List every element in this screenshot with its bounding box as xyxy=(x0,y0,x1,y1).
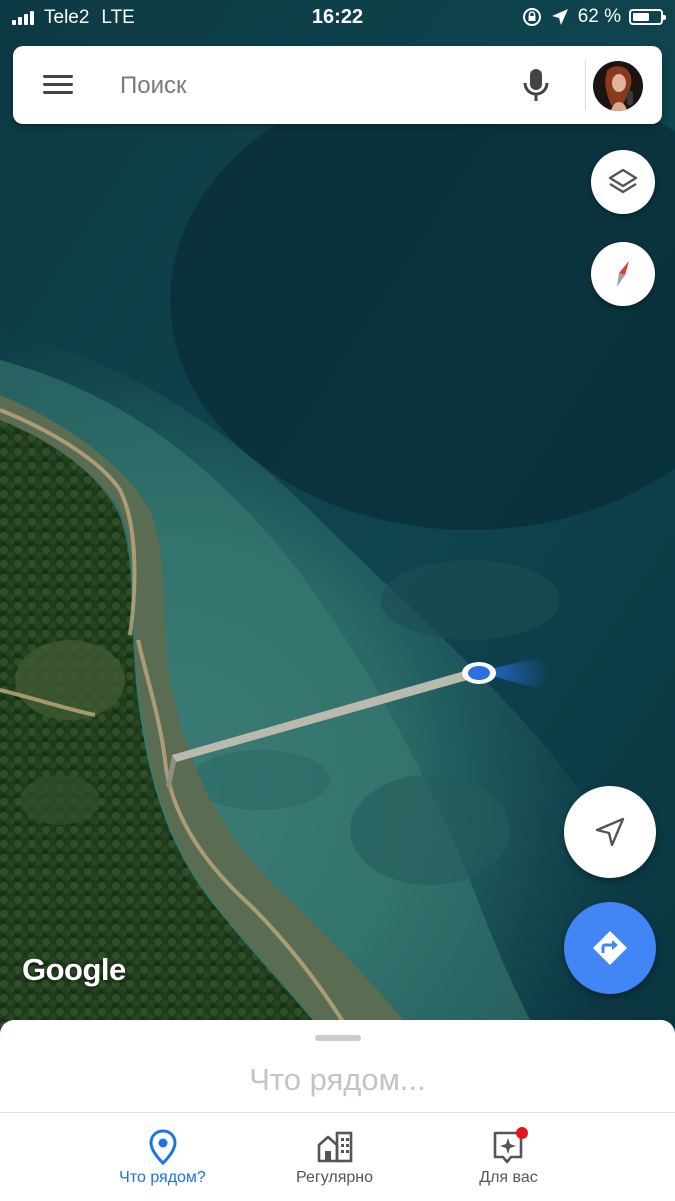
place-pin-icon xyxy=(148,1129,177,1166)
sheet-drag-handle[interactable] xyxy=(315,1035,361,1041)
commute-buildings-icon xyxy=(317,1131,352,1163)
my-location-marker xyxy=(462,662,496,684)
notification-badge xyxy=(515,1127,528,1139)
tab-for-you-label: Для вас xyxy=(479,1169,538,1186)
layers-icon xyxy=(608,168,638,194)
directions-button[interactable] xyxy=(564,902,656,994)
satellite-map[interactable] xyxy=(0,0,675,1040)
google-logo: Google xyxy=(22,952,126,987)
sheet-title: Что рядом... xyxy=(249,1062,426,1097)
rotation-lock-icon xyxy=(522,8,541,26)
explore-sheet[interactable]: Что рядом... xyxy=(0,1020,675,1112)
layers-button[interactable] xyxy=(591,150,655,214)
avatar-image xyxy=(593,61,643,111)
search-divider xyxy=(585,60,586,110)
status-bar: Tele2 LTE 16:22 62 % xyxy=(0,0,675,34)
menu-icon[interactable] xyxy=(39,70,79,100)
for-you-sparkle-icon xyxy=(493,1127,528,1164)
search-bar xyxy=(13,46,662,124)
navigation-arrow-icon xyxy=(595,817,625,847)
map-imagery xyxy=(0,0,675,1040)
status-right: 62 % xyxy=(522,6,666,28)
avatar[interactable] xyxy=(593,61,643,111)
tab-for-you[interactable]: Для вас xyxy=(396,1113,621,1201)
directions-icon xyxy=(593,931,627,965)
compass-button[interactable] xyxy=(591,242,655,306)
battery-icon xyxy=(629,9,666,25)
my-location-button[interactable] xyxy=(564,786,656,878)
bottom-navigation: Что рядом? Регулярно Для вас xyxy=(0,1112,675,1201)
battery-percent: 62 % xyxy=(577,6,621,27)
battery-level xyxy=(633,13,649,21)
compass-icon xyxy=(617,261,629,287)
microphone-icon[interactable] xyxy=(518,66,554,104)
search-input[interactable] xyxy=(118,66,502,106)
location-arrow-icon xyxy=(551,9,568,25)
